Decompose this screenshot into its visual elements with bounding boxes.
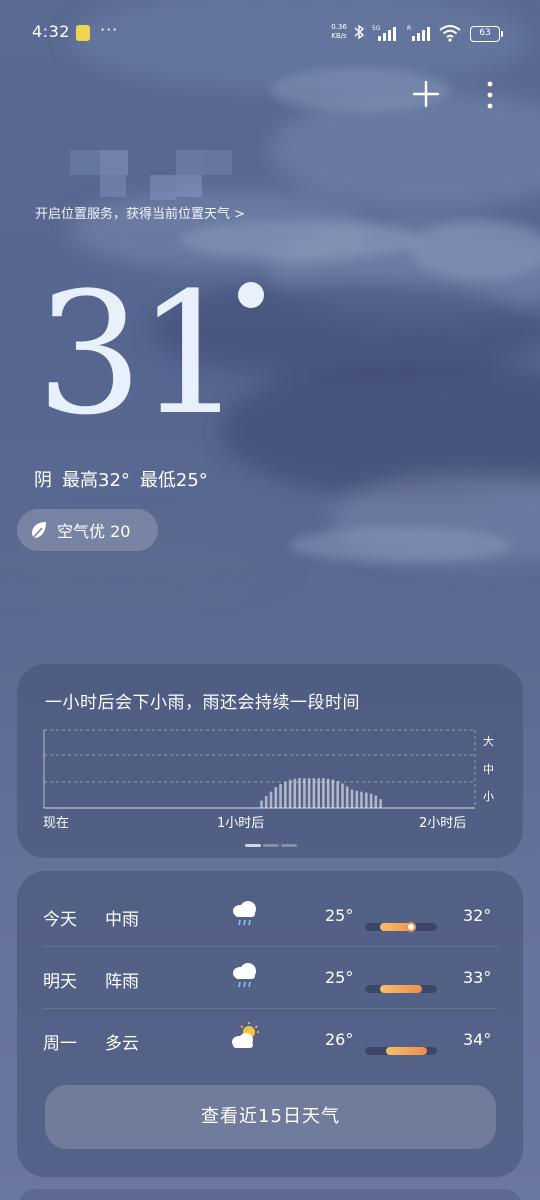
rain-bar: [326, 778, 330, 808]
cloud-rain-icon: [229, 959, 261, 991]
forecast-high: 32°: [463, 906, 492, 925]
forecast-condition: 中雨: [105, 910, 139, 930]
rain-bar: [312, 778, 316, 808]
forecast-low: 25°: [325, 906, 354, 925]
svg-text:5G: 5G: [372, 25, 381, 32]
network-speed: 0.36 KB/s: [328, 23, 350, 41]
network-speed-unit: KB/s: [331, 32, 347, 40]
rain-bar: [336, 781, 339, 808]
rain-bar: [298, 778, 301, 808]
location-service-link[interactable]: 开启位置服务，获得当前位置天气 >: [35, 203, 245, 222]
y-label-light: 小: [483, 790, 494, 803]
forecast-low: 26°: [325, 1030, 354, 1049]
air-quality-pill[interactable]: 空气优 20: [17, 509, 158, 551]
wifi-icon: [439, 25, 461, 42]
forecast-high: 34°: [463, 1030, 492, 1049]
status-overflow: ···: [100, 20, 119, 39]
daily-forecast-card: 今天 中雨 25° 32° 明天 阵雨 25° 33° 周一 多云 26° 34° 查看近15日天气: [17, 871, 523, 1177]
forecast-low: 25°: [325, 968, 354, 987]
degree-symbol: [238, 282, 264, 308]
x-label-2h: 2小时后: [419, 816, 467, 831]
forecast-condition: 阵雨: [105, 972, 139, 992]
temperature-range-bar: [365, 985, 437, 993]
rain-bar: [284, 781, 287, 808]
forecast-day: 今天: [43, 910, 77, 930]
forecast-row[interactable]: 今天 中雨 25° 32°: [43, 885, 497, 947]
x-label-now: 现在: [43, 816, 70, 831]
rain-bar: [369, 793, 373, 808]
forecast-row[interactable]: 明天 阵雨 25° 33°: [43, 947, 497, 1009]
temperature-range-bar: [365, 1047, 437, 1055]
forecast-day: 周一: [43, 1034, 77, 1054]
rain-bar: [365, 792, 368, 808]
network-speed-value: 0.36: [331, 23, 347, 31]
today-low: 最低25°: [139, 470, 208, 491]
y-label-heavy: 大: [483, 734, 494, 748]
current-condition: 阴: [34, 470, 52, 491]
more-vertical-icon[interactable]: [478, 78, 502, 112]
rain-bar: [350, 789, 354, 808]
svg-text:R: R: [407, 25, 411, 32]
rain-bar: [341, 783, 344, 808]
precipitation-chart: 大 中 小: [43, 729, 494, 809]
rain-bar: [288, 779, 292, 808]
y-label-moderate: 中: [483, 763, 494, 776]
signal-5g-icon: 5G: [372, 25, 396, 41]
rain-x-axis: 现在 1小时后 2小时后: [43, 812, 483, 832]
status-bar: 4:32 ··· 0.36 KB/s 5G R 63: [0, 0, 540, 70]
forecast-high: 33°: [463, 968, 492, 987]
rain-bar: [307, 778, 311, 808]
rain-bar: [264, 796, 268, 808]
rain-bar: [374, 795, 378, 808]
location-name-blurred: [70, 120, 260, 200]
air-quality-label: 空气优 20: [57, 522, 131, 541]
rain-bar: [260, 800, 263, 808]
current-temperature: 31: [36, 256, 244, 452]
plus-icon[interactable]: [408, 76, 444, 112]
view-15-day-button[interactable]: 查看近15日天气: [45, 1085, 496, 1149]
rain-bar: [360, 791, 363, 808]
rain-bar: [345, 786, 349, 808]
partly-cloudy-icon: [229, 1021, 261, 1053]
rain-bar: [317, 778, 320, 808]
rain-bar: [274, 787, 278, 808]
status-time: 4:32: [32, 22, 70, 41]
rain-forecast-title: 一小时后会下小雨，雨还会持续一段时间: [45, 693, 360, 713]
bluetooth-icon: [354, 24, 365, 40]
rain-forecast-card[interactable]: 一小时后会下小雨，雨还会持续一段时间 大 中 小 现在 1小时后 2小时后: [17, 664, 523, 858]
rain-bar: [303, 778, 306, 808]
current-temp-marker: [406, 922, 417, 932]
temperature-range-bar: [365, 922, 437, 932]
rain-bar: [322, 778, 325, 808]
signal-icon: R: [407, 25, 430, 41]
cloud-rain-icon: [229, 897, 261, 929]
card-pager: [245, 844, 305, 848]
forecast-day: 明天: [43, 972, 77, 992]
x-label-1h: 1小时后: [217, 816, 265, 831]
leaf-icon: [32, 522, 46, 539]
rain-bar: [279, 784, 282, 808]
rain-bar: [355, 790, 359, 808]
weather-summary: 阴 最高32° 最低25°: [34, 466, 208, 492]
notification-app-icon: [76, 25, 90, 41]
battery-indicator: 63: [470, 26, 503, 42]
forecast-row[interactable]: 周一 多云 26° 34°: [43, 1009, 497, 1071]
today-high: 最高32°: [62, 470, 130, 491]
forecast-condition: 多云: [105, 1034, 139, 1054]
next-card: [17, 1189, 523, 1200]
rain-bar: [293, 778, 297, 808]
rain-bar: [379, 799, 382, 808]
rain-bar: [331, 779, 335, 808]
rain-bar: [269, 791, 273, 808]
